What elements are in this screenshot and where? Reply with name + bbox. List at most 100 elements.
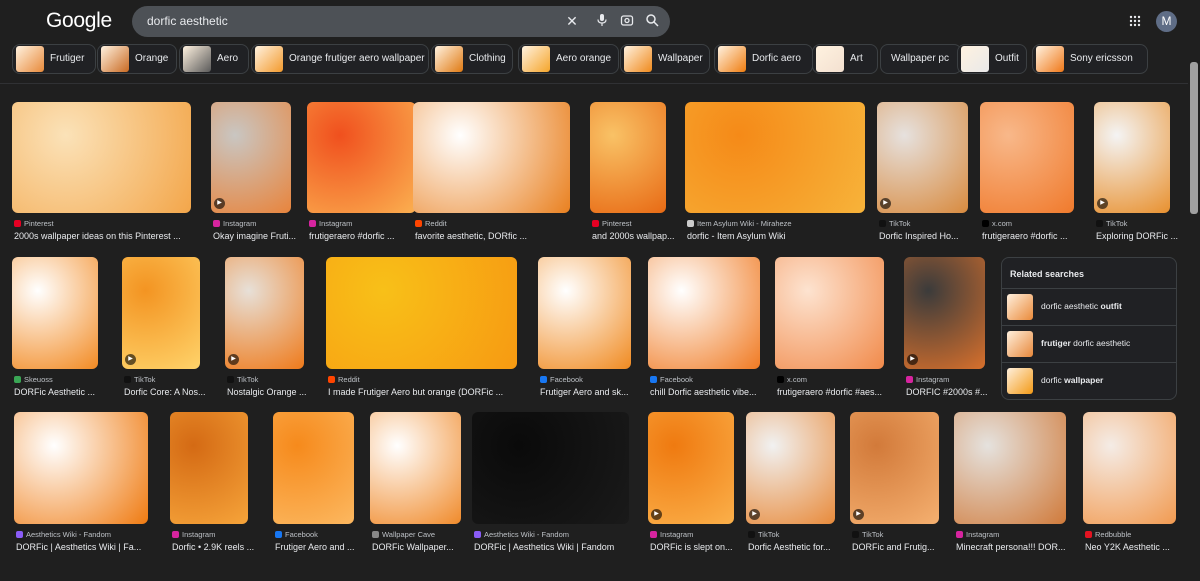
result-thumbnail[interactable] (472, 412, 629, 524)
scrollbar[interactable] (1190, 62, 1198, 214)
result-title[interactable]: DORFic Aesthetic ... (14, 387, 120, 397)
result-title[interactable]: DORFic | Aesthetics Wiki | Fandom (474, 542, 651, 552)
chip-art[interactable]: Art (812, 44, 878, 74)
result-title[interactable]: DORFic is slept on... (650, 542, 756, 552)
result-source[interactable]: x.com (982, 219, 1096, 228)
result-title[interactable]: Okay imagine Fruti... (213, 231, 313, 241)
result-title[interactable]: I made Frutiger Aero but orange (DORFic … (328, 387, 539, 397)
result-source[interactable]: TikTok (124, 375, 222, 384)
image-result[interactable]: Instagram Minecraft persona!!! DOR... (954, 412, 1066, 564)
clear-icon[interactable]: ✕ (564, 13, 580, 29)
result-source[interactable]: Reddit (328, 375, 539, 384)
result-thumbnail[interactable] (850, 412, 939, 524)
result-thumbnail[interactable] (980, 102, 1074, 213)
result-source[interactable]: Pinterest (14, 219, 213, 228)
related-search-item[interactable]: dorfic wallpaper (1002, 362, 1176, 399)
result-title[interactable]: Dorfic • 2.9K reels ... (172, 542, 270, 552)
result-title[interactable]: Frutiger Aero and sk... (540, 387, 653, 397)
image-result[interactable]: Item Asylum Wiki - Miraheze dorfic - Item… (685, 102, 865, 253)
result-thumbnail[interactable] (122, 257, 200, 369)
image-result[interactable]: Facebook Frutiger Aero and ... (273, 412, 355, 564)
result-title[interactable]: frutigeraero #dorfic ... (982, 231, 1096, 241)
result-title[interactable]: Minecraft persona!!! DOR... (956, 542, 1088, 552)
image-result[interactable]: Aesthetics Wiki - Fandom DORFic | Aesthet… (472, 412, 629, 564)
result-thumbnail[interactable] (746, 412, 835, 524)
related-search-item[interactable]: dorfic aesthetic outfit (1002, 288, 1176, 325)
image-result[interactable]: ▶ Instagram DORFIC #2000s #... (904, 257, 988, 409)
chip-wallpaper[interactable]: Wallpaper (620, 44, 710, 74)
image-result[interactable]: Aesthetics Wiki - Fandom DORFic | Aesthet… (14, 412, 148, 564)
result-thumbnail[interactable] (413, 102, 570, 213)
result-source[interactable]: Facebook (275, 530, 376, 539)
result-source[interactable]: TikTok (1096, 219, 1192, 228)
result-source[interactable]: Item Asylum Wiki - Miraheze (687, 219, 887, 228)
image-result[interactable]: Pinterest and 2000s wallpap... (590, 102, 675, 253)
result-thumbnail[interactable] (225, 257, 304, 369)
chip-frutiger[interactable]: Frutiger (12, 44, 96, 74)
result-source[interactable]: Facebook (650, 375, 782, 384)
result-thumbnail[interactable] (904, 257, 985, 369)
chip-sony-ericsson[interactable]: Sony ericsson (1032, 44, 1148, 74)
lens-camera-icon[interactable] (619, 13, 635, 29)
result-source[interactable]: TikTok (227, 375, 326, 384)
result-title[interactable]: Dorfic Inspired Ho... (879, 231, 990, 241)
result-title[interactable]: and 2000s wallpap... (592, 231, 688, 241)
result-title[interactable]: chill Dorfic aesthetic vibe... (650, 387, 782, 397)
image-result[interactable]: ▶ Instagram Okay imagine Fruti... (211, 102, 296, 253)
search-icon[interactable] (644, 13, 660, 29)
result-title[interactable]: DORFic Wallpaper... (372, 542, 483, 552)
image-result[interactable]: ▶ TikTok Exploring DORFic ... (1094, 102, 1178, 253)
chip-orange-frutiger-aero-wallpaper[interactable]: Orange frutiger aero wallpaper (251, 44, 429, 74)
chip-orange[interactable]: Orange (97, 44, 177, 74)
image-result[interactable]: Reddit I made Frutiger Aero but orange (D… (326, 257, 517, 409)
image-result[interactable]: ▶ TikTok Dorfic Aesthetic for... (746, 412, 835, 564)
result-thumbnail[interactable] (326, 257, 517, 369)
search-input[interactable]: dorfic aesthetic (147, 14, 228, 28)
result-thumbnail[interactable] (954, 412, 1066, 524)
image-result[interactable]: ▶ TikTok Dorfic Inspired Ho... (877, 102, 968, 253)
image-result[interactable]: Facebook chill Dorfic aesthetic vibe... (648, 257, 760, 409)
result-thumbnail[interactable] (538, 257, 631, 369)
chip-wallpaper-pc[interactable]: Wallpaper pc (880, 44, 962, 74)
image-result[interactable]: Reddit favorite aesthetic, DORfic ... (413, 102, 570, 253)
result-title[interactable]: 2000s wallpaper ideas on this Pinterest … (14, 231, 213, 241)
result-source[interactable]: TikTok (852, 530, 961, 539)
image-result[interactable]: ▶ TikTok Nostalgic Orange ... (225, 257, 307, 409)
result-source[interactable]: Facebook (540, 375, 653, 384)
result-thumbnail[interactable] (685, 102, 865, 213)
result-title[interactable]: Dorfic Core: A Nos... (124, 387, 222, 397)
result-title[interactable]: frutigeraero #dorfic #aes... (777, 387, 906, 397)
image-result[interactable]: Redbubble Neo Y2K Aesthetic ... (1083, 412, 1176, 564)
result-thumbnail[interactable] (590, 102, 666, 213)
image-result[interactable]: Skeuoss DORFic Aesthetic ... (12, 257, 98, 409)
image-result[interactable]: ▶ Instagram DORFic is slept on... (648, 412, 734, 564)
related-search-item[interactable]: frutiger dorfic aesthetic (1002, 325, 1176, 362)
result-source[interactable]: Instagram (650, 530, 756, 539)
result-source[interactable]: Instagram (172, 530, 270, 539)
result-thumbnail[interactable] (775, 257, 884, 369)
result-title[interactable]: Neo Y2K Aesthetic ... (1085, 542, 1198, 552)
image-result[interactable]: Instagram frutigeraero #dorfic ... (307, 102, 416, 253)
image-result[interactable]: Wallpaper Cave DORFic Wallpaper... (370, 412, 461, 564)
result-source[interactable]: TikTok (748, 530, 857, 539)
image-result[interactable]: ▶ TikTok DORFic and Frutig... (850, 412, 939, 564)
apps-grid-icon[interactable] (1129, 14, 1143, 28)
result-thumbnail[interactable] (877, 102, 968, 213)
result-thumbnail[interactable] (1094, 102, 1170, 213)
chip-aero[interactable]: Aero (179, 44, 249, 74)
image-result[interactable]: ▶ TikTok Dorfic Core: A Nos... (122, 257, 206, 409)
image-result[interactable]: x.com frutigeraero #dorfic ... (980, 102, 1074, 253)
result-source[interactable]: Wallpaper Cave (372, 530, 483, 539)
result-title[interactable]: Frutiger Aero and ... (275, 542, 376, 552)
result-thumbnail[interactable] (211, 102, 291, 213)
result-thumbnail[interactable] (370, 412, 461, 524)
result-title[interactable]: Dorfic Aesthetic for... (748, 542, 857, 552)
result-title[interactable]: Nostalgic Orange ... (227, 387, 326, 397)
result-title[interactable]: Exploring DORFic ... (1096, 231, 1192, 241)
result-source[interactable]: Reddit (415, 219, 592, 228)
result-source[interactable]: TikTok (879, 219, 990, 228)
avatar[interactable]: M (1156, 11, 1177, 32)
result-title[interactable]: DORFIC #2000s #... (906, 387, 1007, 397)
search-box[interactable]: dorfic aesthetic ✕ (132, 6, 670, 37)
result-source[interactable]: Instagram (213, 219, 313, 228)
